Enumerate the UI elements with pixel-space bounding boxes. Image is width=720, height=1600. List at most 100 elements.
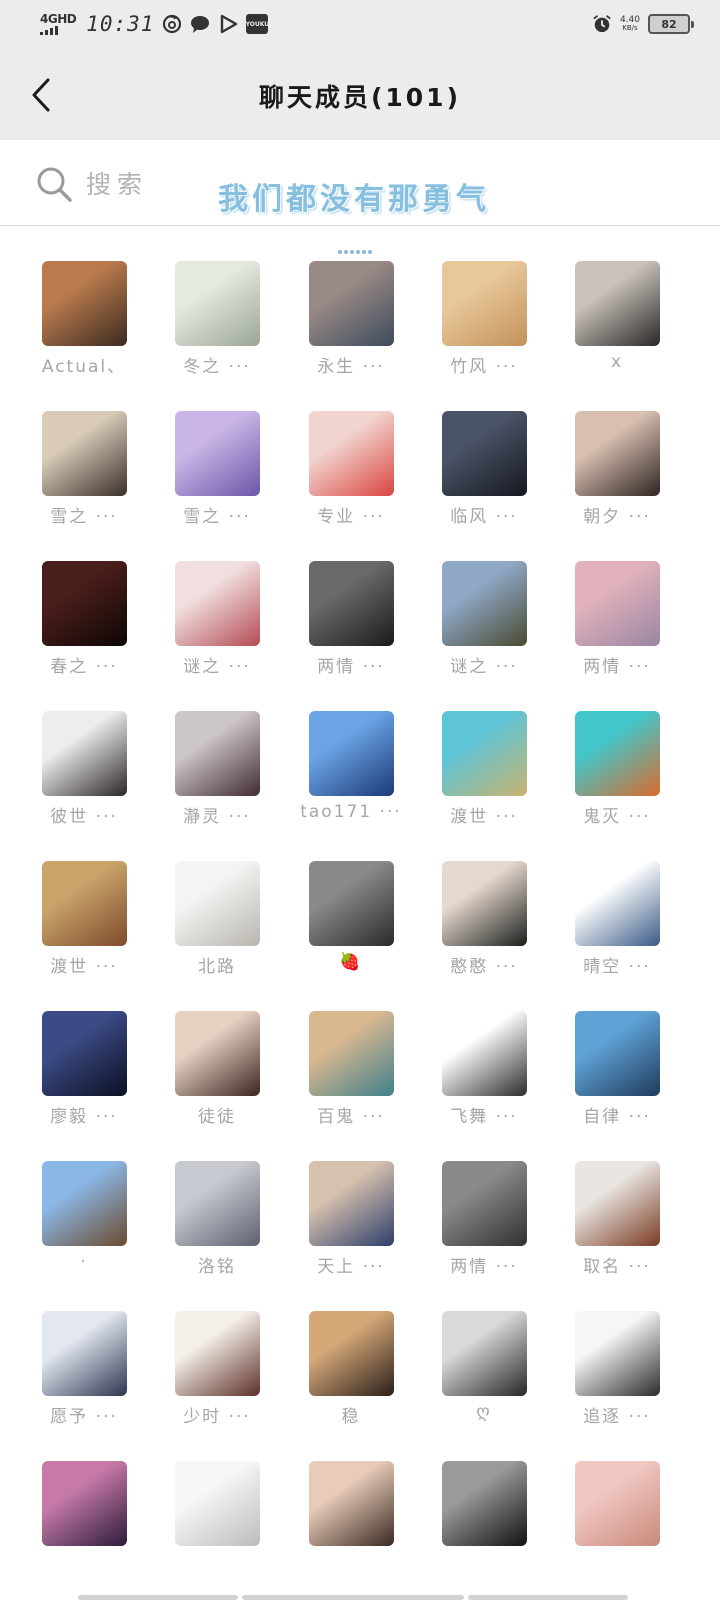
avatar[interactable] <box>442 1311 527 1396</box>
avatar[interactable] <box>309 261 394 346</box>
member-item[interactable]: 两情 ··· <box>429 1126 539 1277</box>
avatar[interactable] <box>309 1461 394 1546</box>
avatar[interactable] <box>42 711 127 796</box>
avatar[interactable] <box>175 1011 260 1096</box>
avatar[interactable] <box>175 861 260 946</box>
member-item[interactable]: 憨憨 ··· <box>429 826 539 977</box>
avatar[interactable] <box>42 1011 127 1096</box>
member-item[interactable]: 渡世 ··· <box>429 676 539 827</box>
avatar[interactable] <box>575 261 660 346</box>
member-item[interactable] <box>562 1426 672 1556</box>
avatar[interactable] <box>42 861 127 946</box>
avatar[interactable] <box>442 411 527 496</box>
member-item[interactable]: 竹风 ··· <box>429 226 539 377</box>
decorative-watermark-text: 我们都没有那勇气 <box>218 182 490 217</box>
avatar[interactable] <box>442 1461 527 1546</box>
avatar[interactable] <box>575 561 660 646</box>
member-item[interactable]: 两情 ··· <box>296 526 406 677</box>
avatar[interactable] <box>575 711 660 796</box>
avatar[interactable] <box>42 1461 127 1546</box>
member-item[interactable]: 瀞灵 ··· <box>162 676 272 827</box>
avatar[interactable] <box>309 1011 394 1096</box>
member-item[interactable] <box>296 1426 406 1556</box>
member-item[interactable]: ღ <box>429 1276 539 1422</box>
member-item[interactable]: tao171 ··· <box>296 676 406 822</box>
avatar[interactable] <box>175 1311 260 1396</box>
member-item[interactable]: 谜之 ··· <box>429 526 539 677</box>
member-item[interactable]: 百鬼 ··· <box>296 976 406 1127</box>
member-item[interactable]: 徒徒 <box>162 976 272 1127</box>
avatar[interactable] <box>575 1461 660 1546</box>
avatar[interactable] <box>175 1461 260 1546</box>
member-item[interactable]: 少时 ··· <box>162 1276 272 1427</box>
avatar[interactable] <box>42 561 127 646</box>
member-item[interactable]: 愿予 ··· <box>29 1276 139 1427</box>
battery-level: 82 <box>661 17 677 31</box>
member-item[interactable] <box>29 1426 139 1556</box>
member-item[interactable]: 永生 ··· <box>296 226 406 377</box>
avatar[interactable] <box>575 1311 660 1396</box>
member-item[interactable]: 专业 ··· <box>296 376 406 527</box>
member-name: 洛铭 <box>198 1257 236 1277</box>
avatar[interactable] <box>442 261 527 346</box>
member-item[interactable]: 临风 ··· <box>429 376 539 527</box>
member-item[interactable]: 晴空 ··· <box>562 826 672 977</box>
member-item[interactable]: 雪之 ··· <box>29 376 139 527</box>
member-item[interactable]: Actual、 <box>29 226 139 377</box>
avatar[interactable] <box>175 711 260 796</box>
avatar[interactable] <box>442 1161 527 1246</box>
avatar[interactable] <box>42 1161 127 1246</box>
member-item[interactable]: 🍓 <box>296 826 406 972</box>
member-name: 北路 <box>198 957 236 977</box>
avatar[interactable] <box>175 261 260 346</box>
member-item[interactable]: 天上 ··· <box>296 1126 406 1277</box>
member-name: x <box>610 352 624 372</box>
avatar[interactable] <box>442 861 527 946</box>
avatar[interactable] <box>309 711 394 796</box>
youku-icon: YOUKU <box>246 14 269 34</box>
avatar[interactable] <box>309 561 394 646</box>
avatar[interactable] <box>42 261 127 346</box>
avatar[interactable] <box>42 411 127 496</box>
member-item[interactable]: 飞舞 ··· <box>429 976 539 1127</box>
member-item[interactable]: · <box>29 1126 139 1272</box>
avatar[interactable] <box>309 861 394 946</box>
avatar[interactable] <box>42 1311 127 1396</box>
member-name: 渡世 ··· <box>450 807 518 827</box>
member-item[interactable]: 廖毅 ··· <box>29 976 139 1127</box>
avatar[interactable] <box>442 561 527 646</box>
member-item[interactable]: 洛铭 <box>162 1126 272 1277</box>
avatar[interactable] <box>442 1011 527 1096</box>
member-item[interactable]: 稳 <box>296 1276 406 1427</box>
avatar[interactable] <box>442 711 527 796</box>
member-item[interactable]: 取名 ··· <box>562 1126 672 1277</box>
member-item[interactable]: 春之 ··· <box>29 526 139 677</box>
avatar[interactable] <box>575 1161 660 1246</box>
member-item[interactable]: 谜之 ··· <box>162 526 272 677</box>
member-item[interactable]: 北路 <box>162 826 272 977</box>
member-item[interactable]: 两情 ··· <box>562 526 672 677</box>
avatar[interactable] <box>175 561 260 646</box>
network-indicator: 4GHD <box>40 13 77 35</box>
avatar[interactable] <box>175 1161 260 1246</box>
member-name: 晴空 ··· <box>583 957 651 977</box>
search-icon[interactable] <box>34 164 74 204</box>
avatar[interactable] <box>175 411 260 496</box>
member-item[interactable]: 彼世 ··· <box>29 676 139 827</box>
avatar[interactable] <box>575 411 660 496</box>
member-item[interactable]: 鬼灭 ··· <box>562 676 672 827</box>
avatar[interactable] <box>575 861 660 946</box>
member-item[interactable]: x <box>562 226 672 372</box>
member-item[interactable]: 追逐 ··· <box>562 1276 672 1427</box>
avatar[interactable] <box>309 1161 394 1246</box>
member-item[interactable]: 朝夕 ··· <box>562 376 672 527</box>
avatar[interactable] <box>309 1311 394 1396</box>
avatar[interactable] <box>309 411 394 496</box>
member-item[interactable]: 渡世 ··· <box>29 826 139 977</box>
member-item[interactable]: 自律 ··· <box>562 976 672 1127</box>
avatar[interactable] <box>575 1011 660 1096</box>
member-item[interactable]: 雪之 ··· <box>162 376 272 527</box>
member-item[interactable]: 冬之 ··· <box>162 226 272 377</box>
member-item[interactable] <box>162 1426 272 1556</box>
member-item[interactable] <box>429 1426 539 1556</box>
